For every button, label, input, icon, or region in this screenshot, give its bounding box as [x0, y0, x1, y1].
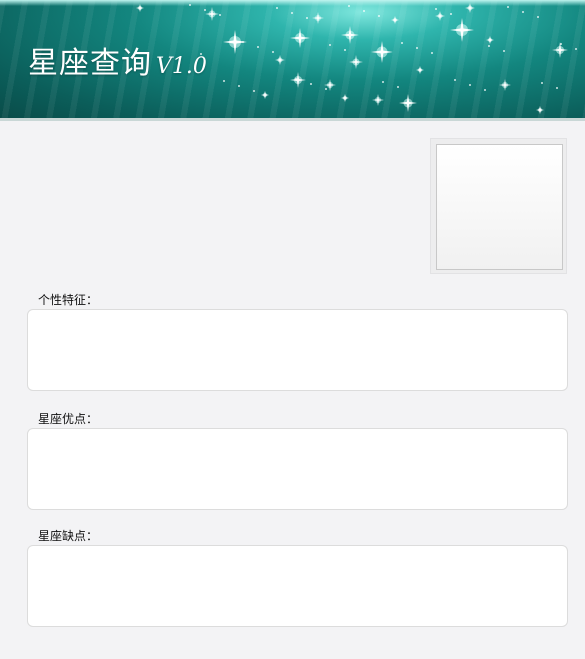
strengths-field[interactable]: [27, 428, 568, 510]
header-divider: [0, 118, 585, 121]
sparkle-icon: [275, 55, 285, 65]
sparkle-icon: [486, 36, 494, 44]
sparkle-icon: [536, 106, 544, 114]
sparkle-dot: [291, 12, 293, 14]
sparkle-icon: [349, 55, 363, 69]
sparkle-dot: [484, 89, 486, 91]
strengths-label: 星座优点：: [38, 412, 99, 426]
sparkle-dot: [507, 6, 509, 8]
version-label: V1.0: [156, 54, 207, 79]
sparkle-dot: [272, 51, 274, 53]
sparkle-icon: [371, 41, 393, 63]
sparkle-dot: [488, 45, 490, 47]
sparkle-icon: [205, 7, 219, 21]
photo-frame: [430, 138, 567, 274]
constellation-image: [436, 144, 563, 270]
sparkle-dot: [295, 78, 297, 80]
sparkle-dot: [401, 42, 403, 44]
sparkle-icon: [341, 26, 359, 44]
sparkle-dot: [223, 80, 225, 82]
sparkle-dot: [560, 43, 562, 45]
sparkle-dot: [325, 88, 327, 90]
sparkle-dot: [253, 90, 255, 92]
personality-label: 个性特征：: [38, 293, 99, 307]
sparkle-dot: [503, 50, 505, 52]
sparkle-icon: [312, 12, 324, 24]
sparkle-dot: [454, 79, 456, 81]
sparkle-dot: [450, 13, 452, 15]
sparkle-icon: [391, 16, 399, 24]
sparkle-icon: [290, 28, 310, 48]
sparkle-icon: [499, 79, 511, 91]
sparkle-dot: [306, 17, 308, 19]
app-title: 星座查询 V1.0: [28, 38, 207, 82]
sparkle-icon: [399, 94, 417, 112]
sparkle-dot: [310, 83, 312, 85]
sparkle-dot: [276, 7, 278, 9]
sparkle-dot: [242, 41, 244, 43]
sparkle-dot: [469, 84, 471, 86]
weaknesses-label: 星座缺点：: [38, 529, 99, 543]
sparkle-icon: [341, 94, 349, 102]
personality-field[interactable]: [27, 309, 568, 391]
sparkle-dot: [541, 82, 543, 84]
app-title-text: 星座查询: [28, 46, 152, 81]
sparkle-icon: [261, 91, 269, 99]
sparkle-dot: [189, 4, 191, 6]
sparkle-icon: [552, 42, 568, 58]
sparkle-dot: [329, 44, 331, 46]
sparkle-icon: [450, 18, 474, 42]
sparkle-dot: [537, 16, 539, 18]
sparkle-dot: [363, 10, 365, 12]
sparkle-icon: [416, 66, 424, 74]
sparkle-dot: [219, 14, 221, 16]
sparkle-dot: [575, 48, 577, 50]
sparkle-dot: [416, 47, 418, 49]
header-banner: 星座查询 V1.0: [0, 0, 585, 120]
sparkle-dot: [522, 11, 524, 13]
sparkle-dot: [204, 9, 206, 11]
sparkle-dot: [348, 5, 350, 7]
sparkle-dot: [344, 49, 346, 51]
sparkle-icon: [136, 4, 144, 12]
sparkle-dot: [556, 87, 558, 89]
sparkle-icon: [435, 11, 445, 21]
sparkle-icon: [290, 72, 306, 88]
sparkle-icon: [372, 94, 384, 106]
sparkle-dot: [382, 81, 384, 83]
weaknesses-field[interactable]: [27, 545, 568, 627]
sparkle-dot: [378, 15, 380, 17]
sparkle-dot: [238, 85, 240, 87]
sparkle-dot: [435, 8, 437, 10]
sparkle-dot: [397, 86, 399, 88]
sparkle-dot: [431, 52, 433, 54]
sparkle-dot: [257, 46, 259, 48]
sparkle-icon: [465, 3, 475, 13]
